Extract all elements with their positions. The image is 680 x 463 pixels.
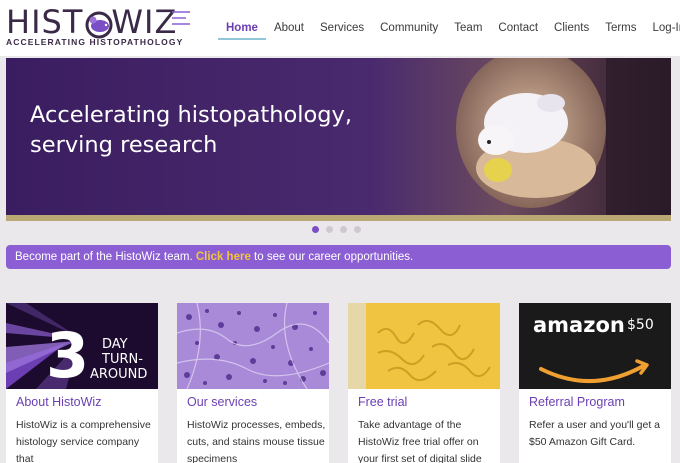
card-free-trial-text: Take advantage of the HistoWiz free tria… <box>358 419 482 463</box>
card-about-text: HistoWiz is a comprehensive histology se… <box>16 419 151 463</box>
histology-slide-image <box>177 303 329 389</box>
nav-item-terms[interactable]: Terms <box>597 20 644 40</box>
nav-item-community[interactable]: Community <box>372 20 446 40</box>
card-free-trial[interactable]: Free trial Take advantage of the HistoWi… <box>348 303 500 463</box>
card-referral-image: amazon $50 <box>519 303 671 389</box>
amazon-wordmark: amazon <box>533 313 625 337</box>
amazon-amount: $50 <box>627 317 654 333</box>
slide-stamp-image <box>348 303 500 389</box>
nav-item-team[interactable]: Team <box>446 20 490 40</box>
slider-dot-4[interactable] <box>354 226 361 233</box>
card-about-turnaround-text: DAY TURN- AROUND <box>90 337 147 382</box>
card-about-image: 3 DAY TURN- AROUND <box>6 303 158 389</box>
hero-title-line2: serving research <box>30 132 218 158</box>
hero-title: Accelerating histopathology, serving res… <box>30 100 352 160</box>
nav-item-about[interactable]: About <box>266 20 312 40</box>
career-banner: Become part of the HistoWiz team. Click … <box>6 245 671 269</box>
logo-tagline: ACCELERATING HISTOPATHOLOGY <box>6 37 184 47</box>
card-services-text: HistoWiz processes, embeds, cuts, and st… <box>187 419 326 463</box>
card-about-title[interactable]: About HistoWiz <box>16 395 101 409</box>
career-banner-suffix: to see our career opportunities. <box>250 251 414 263</box>
logo-mouse-icon <box>85 11 113 39</box>
slider-dot-2[interactable] <box>326 226 333 233</box>
main-nav: Home About Services Community Team Conta… <box>218 20 680 40</box>
card-services-image <box>177 303 329 389</box>
nav-item-login[interactable]: Log-In <box>645 20 680 40</box>
card-about-turn: TURN- <box>102 352 143 367</box>
card-referral[interactable]: amazon $50 Referral Program Refer a user… <box>519 303 671 463</box>
slider-dot-1[interactable] <box>312 226 319 233</box>
card-about[interactable]: 3 DAY TURN- AROUND About HistoWiz HistoW… <box>6 303 158 463</box>
login-label: Log-In <box>652 22 680 34</box>
hero-slider[interactable]: Accelerating histopathology, serving res… <box>6 58 671 221</box>
hero-title-line1: Accelerating histopathology, <box>30 102 352 128</box>
histowiz-logo[interactable]: HIST WIZ ACCELERATING HISTOPATHOLOGY <box>4 3 194 49</box>
card-referral-title[interactable]: Referral Program <box>529 395 625 409</box>
logo-speed-lines-icon <box>172 11 190 25</box>
nav-item-services[interactable]: Services <box>312 20 372 40</box>
nav-item-home[interactable]: Home <box>218 20 266 40</box>
card-referral-text: Refer a user and you'll get a $50 Amazon… <box>529 419 660 448</box>
page: HIST WIZ ACCELERATING HISTOPATHOLOGY Home… <box>0 0 680 463</box>
nav-item-contact[interactable]: Contact <box>490 20 546 40</box>
card-about-around: AROUND <box>90 367 148 382</box>
card-about-big-3: 3 <box>46 319 90 389</box>
career-banner-prefix: Become part of the HistoWiz team. <box>15 251 196 263</box>
slider-dot-3[interactable] <box>340 226 347 233</box>
card-about-day: DAY <box>102 337 128 352</box>
card-services-title[interactable]: Our services <box>187 395 257 409</box>
hero-bottom-bar <box>6 215 671 221</box>
slider-dots <box>312 226 368 233</box>
card-services[interactable]: Our services HistoWiz processes, embeds,… <box>177 303 329 463</box>
card-free-trial-title[interactable]: Free trial <box>358 395 407 409</box>
nav-item-clients[interactable]: Clients <box>546 20 597 40</box>
site-header: HIST WIZ ACCELERATING HISTOPATHOLOGY Home… <box>0 0 680 56</box>
career-click-here-link[interactable]: Click here <box>196 251 251 263</box>
card-free-trial-image <box>348 303 500 389</box>
